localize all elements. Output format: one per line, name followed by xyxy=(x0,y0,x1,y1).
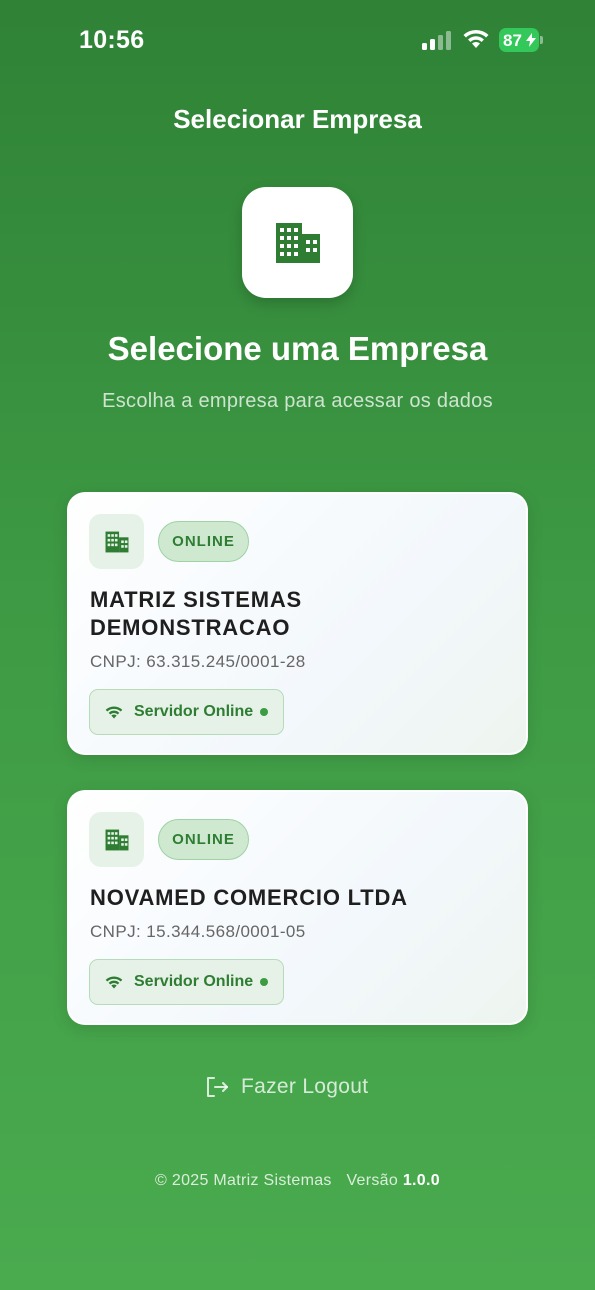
company-name: NOVAMED COMERCIO LTDA xyxy=(90,885,408,910)
company-icon-box xyxy=(89,812,144,867)
status-bar: 10:56 87 xyxy=(0,0,595,82)
server-status-label: Servidor Online xyxy=(134,973,254,990)
screen-title: Selecionar Empresa xyxy=(173,104,422,134)
signal-icon xyxy=(422,31,451,50)
building-icon xyxy=(105,531,128,552)
company-card[interactable]: ONLINE MATRIZ SISTEMAS DEMONSTRACAO CNPJ… xyxy=(67,492,528,755)
wifi-icon xyxy=(463,29,489,48)
footer-copyright: © 2025 Matriz Sistemas xyxy=(155,1172,332,1189)
battery-level: 87 xyxy=(503,31,522,50)
building-icon xyxy=(105,829,128,850)
company-cnpj: CNPJ: 63.315.245/0001-28 xyxy=(90,652,306,671)
logout-button[interactable]: Fazer Logout xyxy=(205,1070,405,1104)
status-dot xyxy=(260,978,269,986)
company-name: MATRIZ SISTEMAS DEMONSTRACAO xyxy=(90,587,303,640)
company-logo-box xyxy=(242,187,353,298)
logout-label: Fazer Logout xyxy=(241,1075,369,1098)
status-badge: ONLINE xyxy=(158,521,249,562)
footer: © 2025 Matriz Sistemas Versão 1.0.0 xyxy=(0,1172,595,1190)
building-icon xyxy=(275,222,320,263)
server-status-pill: Servidor Online xyxy=(89,689,284,735)
footer-version-number: 1.0.0 xyxy=(402,1172,440,1189)
bolt-icon xyxy=(526,33,536,47)
page-subtitle: Escolha a empresa para acessar os dados xyxy=(102,390,493,412)
wifi-icon xyxy=(105,975,123,988)
company-icon-box xyxy=(89,514,144,569)
company-card[interactable]: ONLINE NOVAMED COMERCIO LTDA CNPJ: 15.34… xyxy=(67,790,528,1025)
footer-version-label: Versão xyxy=(346,1172,399,1189)
company-cnpj: CNPJ: 15.344.568/0001-05 xyxy=(90,922,306,941)
server-status-label: Servidor Online xyxy=(134,703,254,720)
page-headline: Selecione uma Empresa xyxy=(107,330,488,367)
status-time: 10:56 xyxy=(79,26,145,54)
wifi-icon xyxy=(105,705,123,718)
status-dot xyxy=(260,708,269,716)
battery-tip xyxy=(540,36,543,44)
logout-icon xyxy=(207,1077,228,1097)
battery-charging-icon: 87 xyxy=(499,28,543,52)
server-status-pill: Servidor Online xyxy=(89,959,284,1005)
status-badge: ONLINE xyxy=(158,819,249,860)
